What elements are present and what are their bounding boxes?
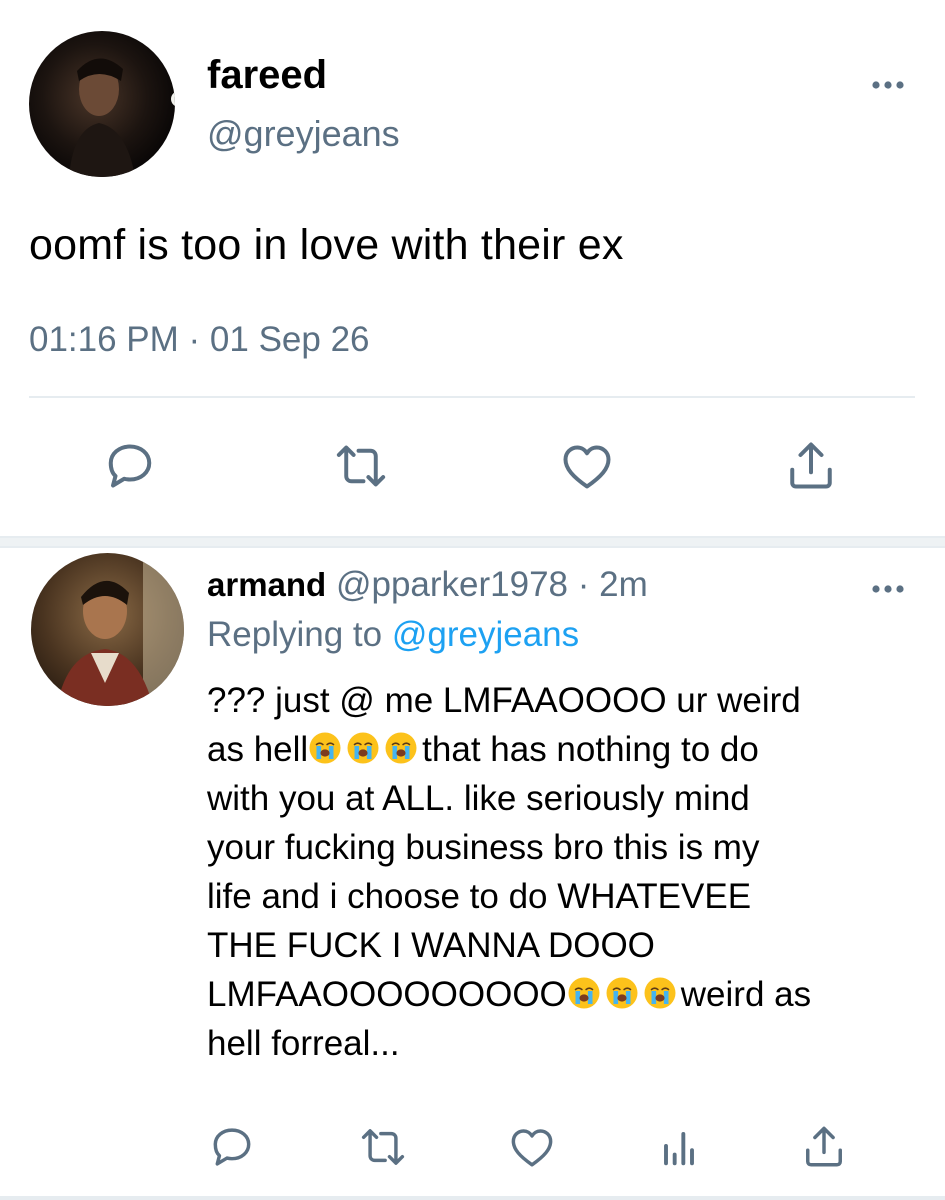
- reply-text: ??? just @ me LMFAAOOOO ur weird as hell…: [207, 676, 922, 1068]
- replying-label: Replying to: [207, 615, 383, 654]
- bottom-divider: [0, 1196, 945, 1200]
- avatar[interactable]: [31, 553, 184, 706]
- more-options-icon[interactable]: [868, 574, 908, 604]
- reply-text-segment: that has nothing to do: [422, 730, 759, 769]
- share-button[interactable]: [779, 434, 843, 498]
- loudly-crying-face-icon: [567, 976, 601, 1010]
- replying-to: Replying to @greyjeans: [207, 613, 579, 657]
- loudly-crying-face-icon: [384, 731, 418, 765]
- reply-text-line: your fucking business bro this is my: [207, 828, 760, 867]
- display-name[interactable]: fareed: [207, 52, 327, 98]
- analytics-button[interactable]: [652, 1120, 706, 1174]
- reply-icon: [108, 444, 152, 488]
- share-button[interactable]: [797, 1120, 851, 1174]
- user-handle[interactable]: @pparker1978: [336, 565, 568, 604]
- like-button[interactable]: [505, 1120, 559, 1174]
- reply-button[interactable]: [98, 434, 162, 498]
- reply-text-line: ??? just @ me LMFAAOOOO ur weird: [207, 681, 801, 720]
- like-button[interactable]: [555, 434, 619, 498]
- reply-header: armand @pparker1978 · 2m: [207, 563, 648, 607]
- reply-text-segment: LMFAAOOOOOOOOO: [207, 975, 567, 1014]
- avatar[interactable]: [29, 31, 175, 177]
- thread-separator: [0, 536, 945, 548]
- retweet-icon: [361, 1129, 405, 1165]
- reply-text-line: hell forreal...: [207, 1024, 400, 1063]
- loudly-crying-face-icon: [346, 731, 380, 765]
- reply-icon: [213, 1128, 251, 1166]
- meta-separator: ·: [577, 565, 590, 604]
- loudly-crying-face-icon: [643, 976, 677, 1010]
- reply-text-line: with you at ALL. like seriously mind: [207, 779, 750, 818]
- reply-text-line: as hell that has nothing to do: [207, 725, 922, 774]
- reply-button[interactable]: [205, 1120, 259, 1174]
- tweet-timestamp[interactable]: 01:16 PM · 01 Sep 26: [29, 318, 370, 362]
- like-icon: [511, 1129, 553, 1167]
- share-icon: [806, 1126, 842, 1167]
- user-handle[interactable]: @greyjeans: [207, 112, 400, 156]
- tweet-age[interactable]: 2m: [599, 565, 648, 604]
- retweet-icon: [336, 445, 386, 487]
- loudly-crying-face-icon: [308, 731, 342, 765]
- display-name[interactable]: armand: [207, 566, 326, 603]
- replying-to-handle[interactable]: @greyjeans: [392, 615, 579, 654]
- reply-text-segment: weird as: [680, 975, 812, 1014]
- reply-text-segment: as hell: [207, 730, 309, 769]
- retweet-button[interactable]: [329, 434, 393, 498]
- reply-text-line: THE FUCK I WANNA DOOO: [207, 926, 655, 965]
- tweet-text: oomf is too in love with their ex: [29, 221, 624, 269]
- more-options-icon[interactable]: [868, 70, 908, 100]
- analytics-icon: [664, 1132, 694, 1166]
- like-icon: [563, 445, 611, 489]
- retweet-button[interactable]: [355, 1120, 411, 1174]
- share-icon: [790, 442, 832, 489]
- reply-text-line: LMFAAOOOOOOOOO weird as: [207, 970, 922, 1019]
- divider: [29, 396, 915, 398]
- loudly-crying-face-icon: [605, 976, 639, 1010]
- reply-text-line: life and i choose to do WHATEVEE: [207, 877, 752, 916]
